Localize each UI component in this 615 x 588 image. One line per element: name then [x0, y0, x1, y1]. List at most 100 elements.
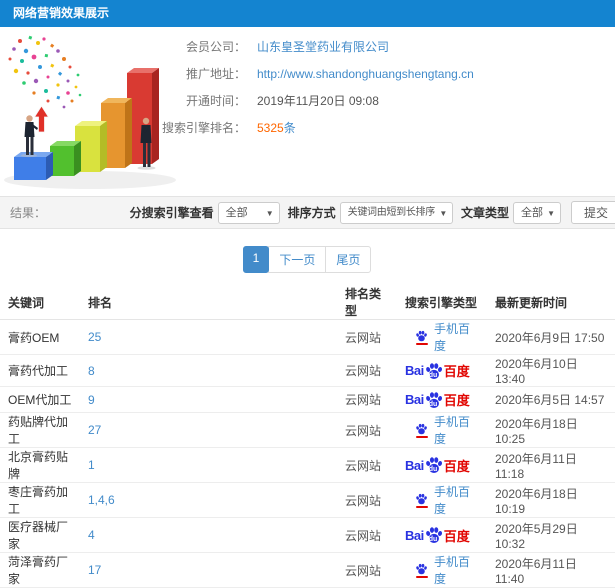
- pagination: 1 下一页 尾页: [0, 246, 615, 273]
- info-field-label: 开通时间：: [185, 94, 246, 108]
- sort-filter-value: 关键词由短到长排序: [347, 206, 436, 218]
- baidu-logo-du: du: [428, 400, 438, 408]
- rank-cell[interactable]: 9: [80, 386, 337, 413]
- table-row: OEM代加工 9 云网站 Bai du 百度 2020年6月5日 14:57: [0, 386, 615, 413]
- table-row: 药贴牌代加工 27 云网站 手机百度 2020年6月18日 10:25: [0, 412, 615, 448]
- engine-filter-label: 分搜索引擎查看: [129, 206, 214, 220]
- baidu-logo-cn: 百度: [443, 393, 470, 408]
- chevron-down-icon: ▼: [439, 208, 447, 218]
- page-last[interactable]: 尾页: [325, 246, 372, 273]
- info-field-value: 2019年11月20日 09:08: [257, 94, 379, 108]
- baidu-paw-icon: [415, 423, 428, 435]
- baidu-pc-logo: Bai du 百度: [405, 361, 479, 380]
- submit-button[interactable]: 提交: [570, 201, 615, 224]
- result-label: 结果：: [10, 206, 47, 220]
- red-underline-icon: [415, 575, 428, 578]
- update-time-cell: 2020年6月5日 14:57: [487, 386, 615, 413]
- mobile-baidu-label: 手机百度: [434, 485, 471, 516]
- update-time-cell: 2020年6月18日 10:25: [487, 412, 615, 448]
- rank-cell[interactable]: 1,4,6: [80, 482, 337, 518]
- search-engine-cell: 手机百度: [397, 412, 487, 448]
- bar-green: [50, 141, 81, 176]
- column-header: 最新更新时间: [487, 285, 615, 320]
- keyword-cell: 菏泽膏药厂家: [0, 552, 80, 588]
- red-underline-icon: [415, 435, 428, 438]
- info-field-value[interactable]: 山东皇圣堂药业有限公司: [257, 38, 389, 55]
- mobile-baidu-label: 手机百度: [434, 322, 471, 353]
- keyword-cell: 膏药代加工: [0, 354, 80, 387]
- rank-type-cell: 云网站: [337, 412, 397, 448]
- mobile-baidu-label: 手机百度: [434, 555, 471, 586]
- info-row: 会员公司： 山东皇圣堂药业有限公司: [150, 37, 615, 56]
- baidu-logo-bai: Bai: [405, 392, 424, 407]
- rank-type-cell: 云网站: [337, 552, 397, 588]
- engine-filter-value: 全部: [225, 206, 248, 219]
- rank-cell[interactable]: 8: [80, 354, 337, 387]
- chevron-down-icon: ▼: [265, 208, 274, 218]
- rank-cell[interactable]: 1: [80, 447, 337, 483]
- table-row: 北京膏药贴牌 1 云网站 Bai du 百度 2020年6月11日 11:18: [0, 447, 615, 483]
- column-header: 排名: [80, 285, 337, 320]
- page-current[interactable]: 1: [242, 246, 270, 273]
- filter-bar: 结果： 分搜索引擎查看 全部 ▼ 排序方式 关键词由短到长排序 ▼ 文章类型 全…: [0, 196, 615, 229]
- mobile-baidu-icon: [415, 423, 428, 438]
- ranking-count-suffix: 条: [283, 121, 296, 135]
- baidu-paw-icon: du: [425, 391, 443, 409]
- rank-cell[interactable]: 17: [80, 552, 337, 588]
- article-type-label: 文章类型: [460, 206, 509, 220]
- baidu-pc-logo: Bai du 百度: [405, 456, 479, 475]
- info-row: 搜索引擎排名： 5325条: [150, 118, 615, 137]
- search-engine-cell: 手机百度: [397, 552, 487, 588]
- info-field-label: 推广地址：: [185, 67, 246, 81]
- rank-cell[interactable]: 27: [80, 412, 337, 448]
- rank-cell[interactable]: 4: [80, 517, 337, 553]
- baidu-logo-du: du: [428, 466, 438, 473]
- search-engine-cell: 手机百度: [397, 319, 487, 355]
- baidu-mobile-logo: 手机百度: [405, 553, 479, 587]
- update-time-cell: 2020年6月11日 11:40: [487, 552, 615, 588]
- rank-type-cell: 云网站: [337, 319, 397, 355]
- search-engine-cell: Bai du 百度: [397, 354, 487, 387]
- search-engine-cell: Bai du 百度: [397, 447, 487, 483]
- page-next[interactable]: 下一页: [268, 246, 327, 273]
- baidu-mobile-logo: 手机百度: [405, 483, 479, 517]
- article-type-select[interactable]: 全部 ▼: [512, 201, 561, 224]
- baidu-paw-icon: du: [425, 526, 443, 544]
- table-row: 膏药OEM 25 云网站 手机百度 2020年6月9日 17:50: [0, 319, 615, 355]
- red-underline-icon: [415, 342, 428, 345]
- info-field-label: 会员公司：: [185, 40, 246, 54]
- baidu-mobile-logo: 手机百度: [405, 320, 479, 354]
- baidu-mobile-logo: 手机百度: [405, 413, 479, 447]
- mobile-baidu-icon: [415, 563, 428, 578]
- sort-filter-select[interactable]: 关键词由短到长排序 ▼: [339, 201, 453, 224]
- rank-type-cell: 云网站: [337, 517, 397, 553]
- info-row: 开通时间： 2019年11月20日 09:08: [150, 91, 615, 110]
- search-engine-cell: Bai du 百度: [397, 386, 487, 413]
- ranking-count: 5325: [257, 121, 284, 135]
- baidu-logo-du: du: [428, 371, 438, 379]
- rank-type-cell: 云网站: [337, 482, 397, 518]
- info-field-value[interactable]: http://www.shandonghuangshengtang.cn: [257, 67, 474, 81]
- baidu-pc-logo: Bai du 百度: [405, 526, 479, 545]
- keyword-cell: 枣庄膏药加工: [0, 482, 80, 518]
- page-header: 网络营销效果展示: [0, 0, 615, 27]
- baidu-paw-icon: [415, 330, 428, 342]
- info-row: 推广地址： http://www.shandonghuangshengtang.c…: [150, 64, 615, 83]
- engine-filter-select[interactable]: 全部 ▼: [217, 201, 280, 224]
- baidu-pc-logo: Bai du 百度: [405, 390, 479, 409]
- column-header: 关键词: [0, 285, 80, 320]
- update-time-cell: 2020年6月11日 11:18: [487, 447, 615, 483]
- baidu-paw-icon: [415, 563, 428, 575]
- baidu-paw-icon: du: [425, 362, 443, 380]
- rank-cell[interactable]: 25: [80, 319, 337, 355]
- keyword-cell: OEM代加工: [0, 386, 80, 413]
- baidu-logo-cn: 百度: [443, 364, 470, 379]
- keyword-cell: 药贴牌代加工: [0, 412, 80, 448]
- rank-type-cell: 云网站: [337, 386, 397, 413]
- baidu-logo-cn: 百度: [443, 458, 470, 474]
- mobile-baidu-icon: [415, 493, 428, 508]
- rank-type-cell: 云网站: [337, 447, 397, 483]
- keyword-ranking-table: 关键词 排名 排名类型 搜索引擎类型 最新更新时间 膏药OEM 25 云网站 手机百度 2020…: [0, 285, 615, 588]
- mobile-baidu-icon: [415, 330, 428, 345]
- table-row: 菏泽膏药厂家 17 云网站 手机百度 2020年6月11日 11:40: [0, 552, 615, 588]
